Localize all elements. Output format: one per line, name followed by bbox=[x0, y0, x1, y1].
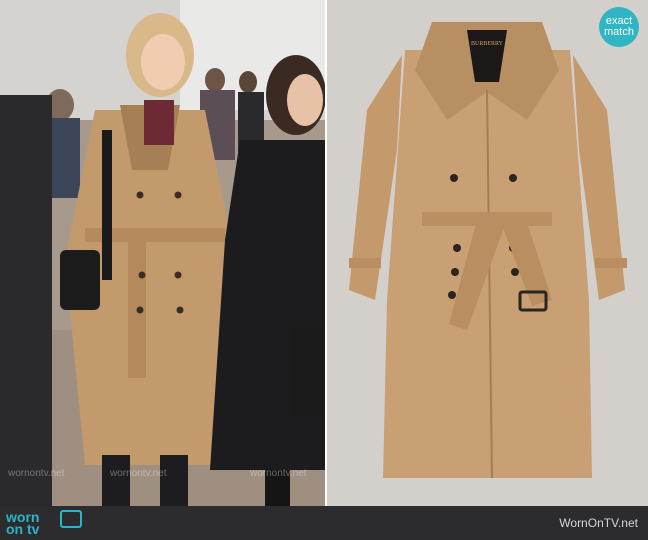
site-name: WornOnTV.net bbox=[559, 516, 638, 530]
product-photo: BURBERRY bbox=[327, 0, 648, 506]
exact-match-badge: exact match bbox=[599, 7, 639, 47]
footer-bar: worn on tv WornOnTV.net bbox=[0, 506, 648, 540]
outfit-page: wornontv.net wornontv.net wornontv.net B… bbox=[0, 0, 648, 540]
watermark-text: wornontv.net bbox=[110, 468, 167, 479]
badge-line2: match bbox=[604, 26, 634, 38]
watermark-text: wornontv.net bbox=[250, 468, 307, 479]
watermark-text: wornontv.net bbox=[8, 468, 65, 479]
scene-photo: wornontv.net wornontv.net wornontv.net bbox=[0, 0, 325, 506]
svg-text:BURBERRY: BURBERRY bbox=[471, 41, 504, 47]
wornontv-logo[interactable]: worn on tv bbox=[6, 510, 39, 536]
tv-icon bbox=[60, 510, 82, 528]
trench-coat-illustration: BURBERRY bbox=[327, 0, 648, 506]
logo-line2: on tv bbox=[6, 521, 40, 537]
scene-illustration bbox=[0, 0, 325, 506]
